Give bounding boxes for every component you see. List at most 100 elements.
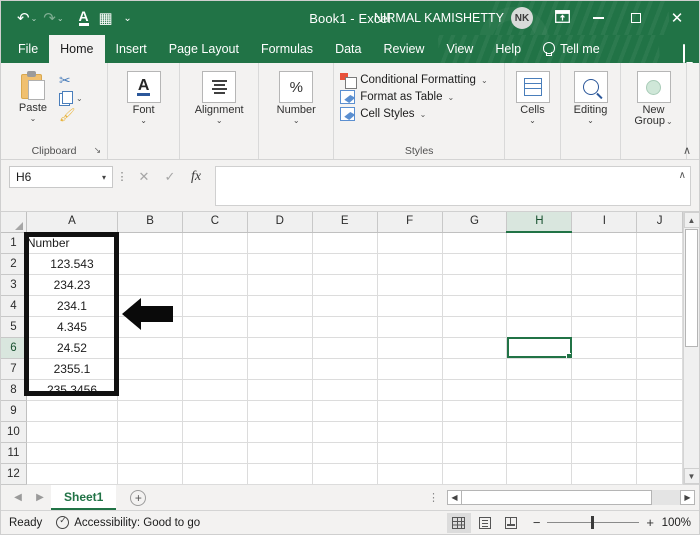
cell-h11[interactable]	[507, 442, 572, 463]
cell-c2[interactable]	[183, 253, 248, 274]
cell-d12[interactable]	[247, 463, 312, 484]
cell-h5[interactable]	[507, 316, 572, 337]
cell-d5[interactable]	[247, 316, 312, 337]
cancel-formula-icon[interactable]: ✕	[131, 166, 157, 188]
cell-f12[interactable]	[377, 463, 442, 484]
row-header-11[interactable]: 11	[1, 442, 26, 463]
cell-a5[interactable]: 4.345	[26, 316, 117, 337]
cell-g10[interactable]	[442, 421, 507, 442]
insert-function-icon[interactable]: fx	[183, 166, 209, 188]
expand-formula-bar-icon[interactable]: ∧	[679, 170, 686, 181]
cells-button[interactable]: Cells ⌄	[511, 69, 554, 125]
tab-formulas[interactable]: Formulas	[250, 35, 324, 63]
cell-h8[interactable]	[507, 379, 572, 400]
row-header-10[interactable]: 10	[1, 421, 26, 442]
column-header-b[interactable]: B	[118, 212, 183, 232]
cell-b12[interactable]	[118, 463, 183, 484]
cell-i12[interactable]	[572, 463, 637, 484]
sheet-tab-sheet1[interactable]: Sheet1	[51, 485, 116, 510]
cell-e5[interactable]	[312, 316, 377, 337]
row-header-3[interactable]: 3	[1, 274, 26, 295]
cell-e11[interactable]	[312, 442, 377, 463]
minimize-button[interactable]	[579, 1, 617, 35]
column-header-f[interactable]: F	[377, 212, 442, 232]
cell-e7[interactable]	[312, 358, 377, 379]
tab-page-layout[interactable]: Page Layout	[158, 35, 250, 63]
cell-j4[interactable]	[637, 295, 683, 316]
cell-d8[interactable]	[247, 379, 312, 400]
alignment-button[interactable]: Alignment ⌄	[188, 69, 250, 125]
cell-c5[interactable]	[183, 316, 248, 337]
cell-f5[interactable]	[377, 316, 442, 337]
cell-d2[interactable]	[247, 253, 312, 274]
cell-a8[interactable]: 235.3456	[26, 379, 117, 400]
enter-formula-icon[interactable]: ✓	[157, 166, 183, 188]
row-header-7[interactable]: 7	[1, 358, 26, 379]
ribbon-display-options-icon[interactable]	[545, 10, 579, 26]
row-header-8[interactable]: 8	[1, 379, 26, 400]
cell-i5[interactable]	[572, 316, 637, 337]
cell-styles-chevron-down-icon[interactable]: ⌄	[420, 110, 427, 119]
cell-h10[interactable]	[507, 421, 572, 442]
cell-b5[interactable]	[118, 316, 183, 337]
zoom-in-button[interactable]: +	[646, 515, 654, 530]
cell-b10[interactable]	[118, 421, 183, 442]
cell-i11[interactable]	[572, 442, 637, 463]
cell-j2[interactable]	[637, 253, 683, 274]
zoom-level-label[interactable]: 100%	[661, 517, 691, 529]
add-sheet-button[interactable]: +	[130, 490, 146, 506]
paste-button[interactable]: Paste ⌄	[7, 69, 59, 123]
cell-g6[interactable]	[442, 337, 507, 358]
alignment-chevron-down-icon[interactable]: ⌄	[216, 117, 223, 125]
cell-b1[interactable]	[118, 232, 183, 253]
scroll-up-button[interactable]: ▲	[684, 212, 700, 228]
scroll-right-button[interactable]: ▶	[680, 490, 695, 505]
cell-e2[interactable]	[312, 253, 377, 274]
cell-j6[interactable]	[637, 337, 683, 358]
cell-i7[interactable]	[572, 358, 637, 379]
cell-b3[interactable]	[118, 274, 183, 295]
row-header-1[interactable]: 1	[1, 232, 26, 253]
cell-a12[interactable]	[26, 463, 117, 484]
borders-icon[interactable]: ▦	[96, 6, 116, 30]
cell-j8[interactable]	[637, 379, 683, 400]
cell-b2[interactable]	[118, 253, 183, 274]
cell-f7[interactable]	[377, 358, 442, 379]
page-layout-view-button[interactable]	[473, 513, 497, 533]
cell-b7[interactable]	[118, 358, 183, 379]
cell-i10[interactable]	[572, 421, 637, 442]
account-name[interactable]: NIRMAL KAMISHETTY	[374, 11, 504, 25]
tab-home[interactable]: Home	[49, 35, 104, 63]
column-header-d[interactable]: D	[247, 212, 312, 232]
zoom-slider-thumb[interactable]	[591, 516, 594, 529]
row-header-2[interactable]: 2	[1, 253, 26, 274]
number-chevron-down-icon[interactable]: ⌄	[293, 117, 300, 125]
cell-b11[interactable]	[118, 442, 183, 463]
cell-c7[interactable]	[183, 358, 248, 379]
cell-d3[interactable]	[247, 274, 312, 295]
undo-caret-icon[interactable]: ⌄	[31, 14, 38, 23]
format-as-table-button[interactable]: Format as Table ⌄	[340, 90, 487, 104]
previous-sheet-button[interactable]: ◀	[7, 492, 29, 503]
cell-j12[interactable]	[637, 463, 683, 484]
cell-a3[interactable]: 234.23	[26, 274, 117, 295]
redo-icon[interactable]: ↷ ⌄	[41, 6, 65, 30]
cell-g11[interactable]	[442, 442, 507, 463]
redo-caret-icon[interactable]: ⌄	[57, 14, 64, 23]
cell-j11[interactable]	[637, 442, 683, 463]
cell-c9[interactable]	[183, 400, 248, 421]
cell-d6[interactable]	[247, 337, 312, 358]
zoom-out-button[interactable]: −	[533, 515, 541, 530]
tab-insert[interactable]: Insert	[105, 35, 158, 63]
next-sheet-button[interactable]: ▶	[29, 492, 51, 503]
cell-d1[interactable]	[247, 232, 312, 253]
cell-g2[interactable]	[442, 253, 507, 274]
zoom-slider[interactable]	[547, 522, 639, 524]
customize-qat-icon[interactable]: ⌄	[118, 6, 138, 30]
cell-e10[interactable]	[312, 421, 377, 442]
row-header-6[interactable]: 6	[1, 337, 26, 358]
cell-f1[interactable]	[377, 232, 442, 253]
cell-a6[interactable]: 24.52	[26, 337, 117, 358]
cell-c3[interactable]	[183, 274, 248, 295]
cell-g3[interactable]	[442, 274, 507, 295]
